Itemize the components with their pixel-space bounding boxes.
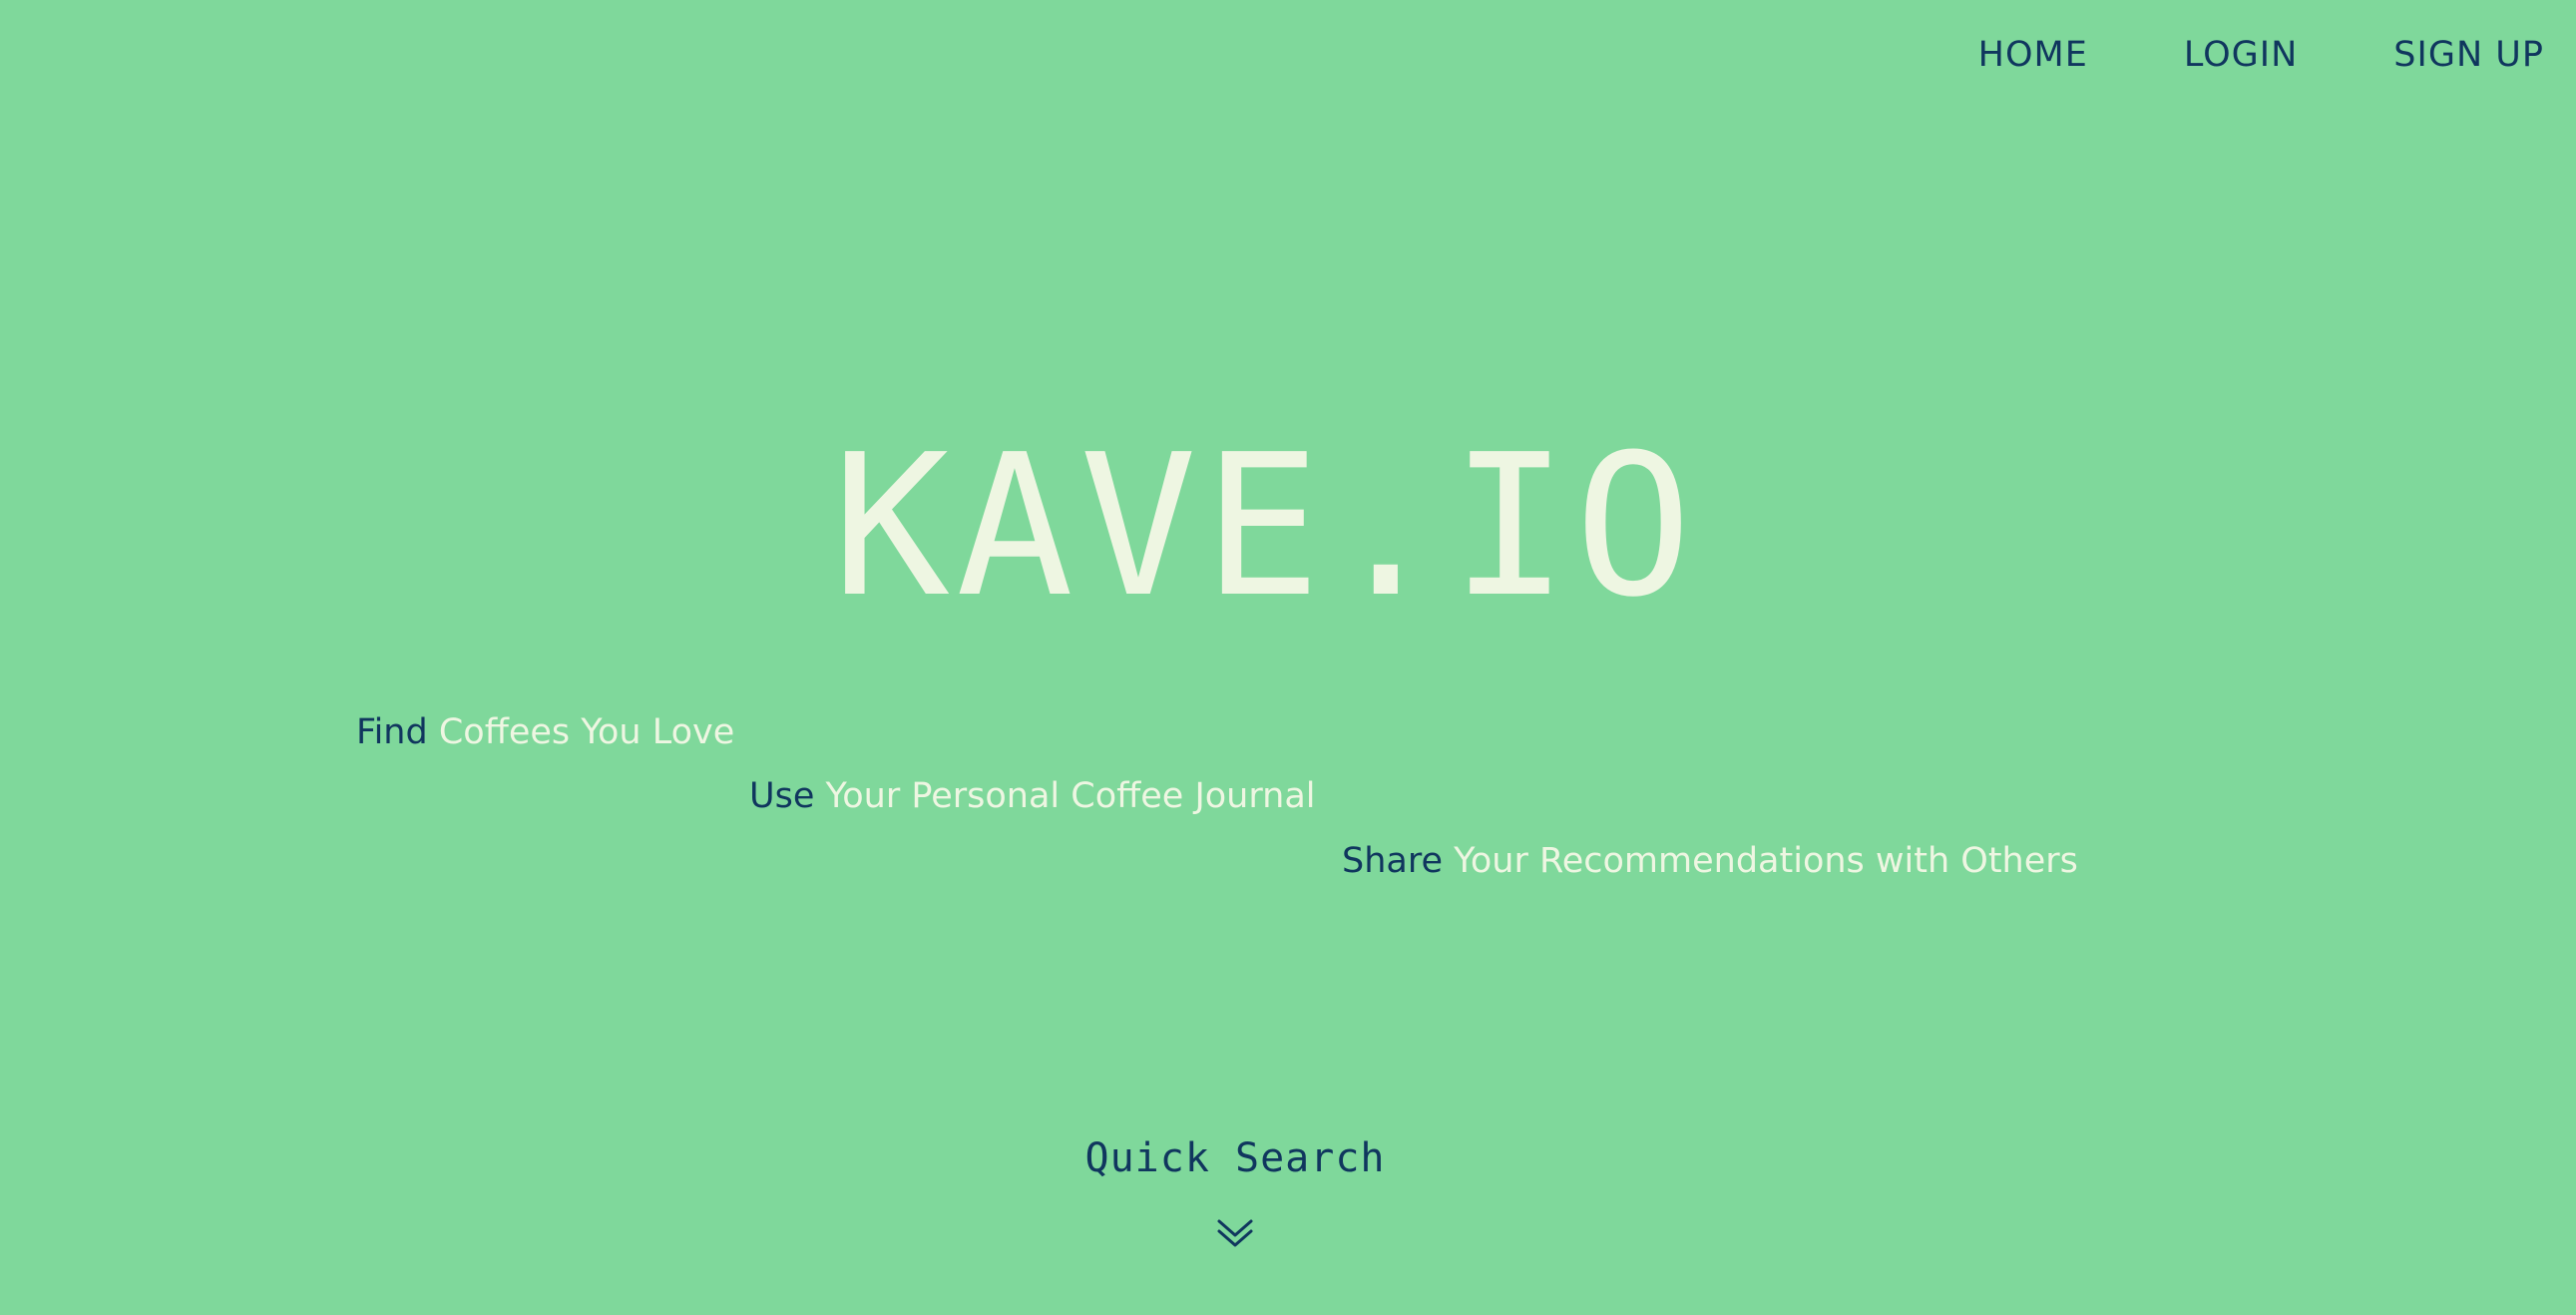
site-logo-title: KAVE.IO: [832, 413, 1699, 641]
tagline-use: Use Your Personal Coffee Journal: [749, 773, 1316, 819]
tagline-share: Share Your Recommendations with Others: [1342, 838, 2078, 884]
nav-home-link[interactable]: HOME: [1978, 30, 2088, 80]
tagline-verb: Share: [1342, 841, 1444, 881]
quick-search-link[interactable]: Quick Search: [0, 1129, 2470, 1187]
tagline-text: Coffees You Love: [438, 712, 735, 752]
tagline-verb: Use: [749, 776, 815, 816]
top-nav: HOME LOGIN SIGN UP: [1978, 30, 2544, 80]
tagline-verb: Find: [356, 712, 428, 752]
tagline-find: Find Coffees You Love: [356, 709, 734, 755]
nav-signup-link[interactable]: SIGN UP: [2393, 30, 2544, 80]
nav-login-link[interactable]: LOGIN: [2184, 30, 2298, 80]
double-chevron-down-icon[interactable]: [1215, 1217, 1255, 1251]
tagline-text: Your Recommendations with Others: [1454, 841, 2078, 881]
tagline-text: Your Personal Coffee Journal: [825, 776, 1316, 816]
